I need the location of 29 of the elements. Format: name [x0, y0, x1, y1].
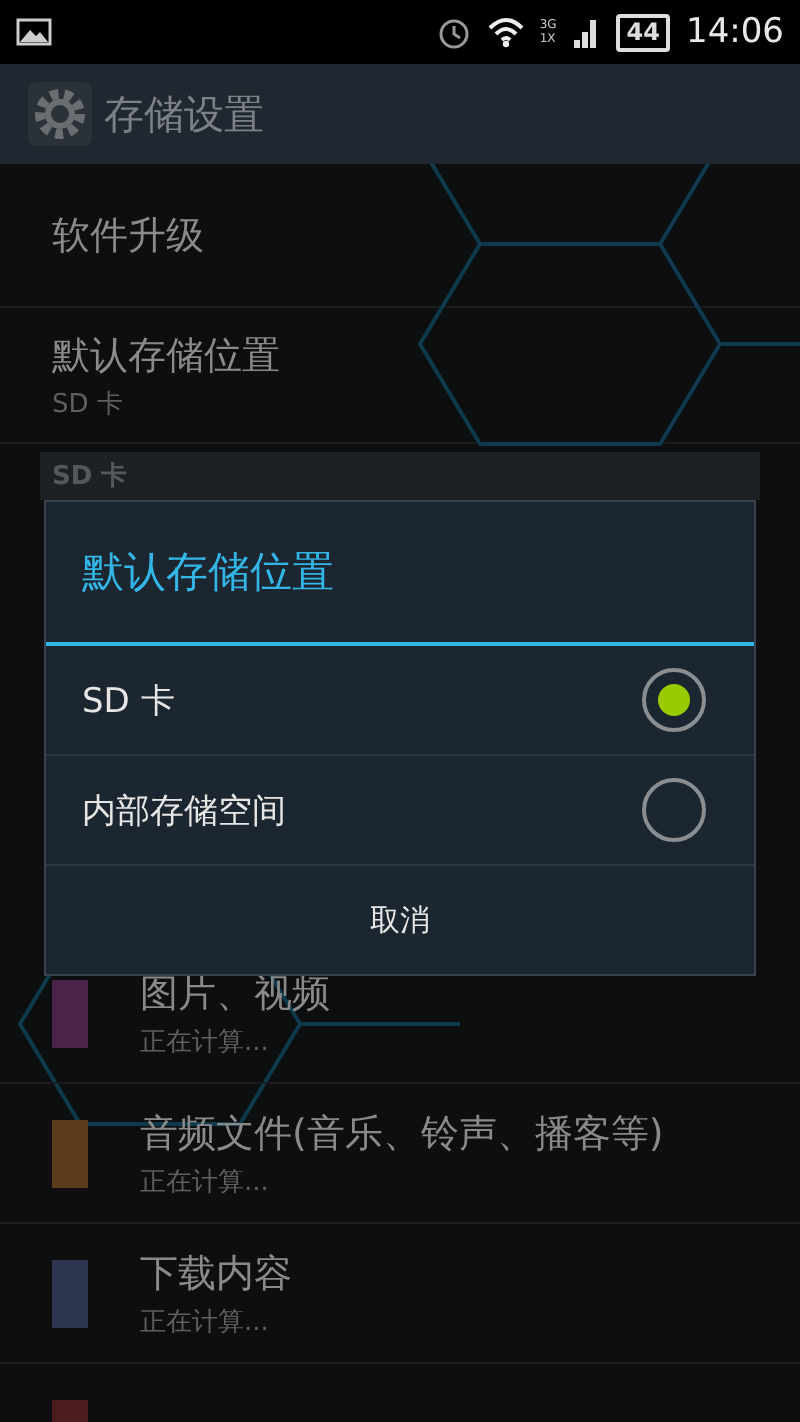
signal-icon — [572, 16, 601, 48]
storage-item[interactable]: 下载内容 正在计算... — [0, 1224, 800, 1364]
settings-item[interactable]: 默认存储位置 SD 卡 — [0, 308, 800, 444]
item-title: 下载内容 — [140, 1249, 292, 1299]
image-icon — [16, 18, 52, 46]
item-summary: 正在计算... — [140, 1165, 271, 1199]
radio-button[interactable] — [642, 668, 706, 732]
settings-icon[interactable] — [28, 82, 92, 146]
radio-option[interactable]: 内部存储空间 — [46, 756, 754, 866]
option-label: 内部存储空间 — [82, 789, 286, 833]
item-summary: 正在计算... — [140, 1025, 271, 1059]
radio-button[interactable] — [642, 778, 706, 842]
item-summary: 正在计算... — [140, 1305, 271, 1339]
alarm-clock-icon — [435, 14, 472, 50]
option-label: SD 卡 — [82, 679, 175, 723]
wifi-icon — [487, 16, 524, 48]
clock-time: 14:06 — [686, 12, 784, 52]
section-title: SD 卡 — [52, 460, 128, 494]
item-title: 图片、视频 — [140, 969, 330, 1019]
dialog-title: 默认存储位置 — [46, 502, 754, 646]
item-title: 默认存储位置 — [52, 331, 280, 381]
storage-item[interactable]: 音频文件(音乐、铃声、播客等) 正在计算... — [0, 1084, 800, 1224]
settings-item[interactable]: 软件升级 — [0, 164, 800, 308]
screen-title: 存储设置 — [104, 87, 264, 141]
item-title: 软件升级 — [52, 211, 204, 261]
battery-level: 44 — [616, 13, 670, 51]
radio-option[interactable]: SD 卡 — [46, 646, 754, 756]
item-summary: SD 卡 — [52, 387, 125, 421]
item-title: 音频文件(音乐、铃声、播客等) — [140, 1109, 664, 1159]
